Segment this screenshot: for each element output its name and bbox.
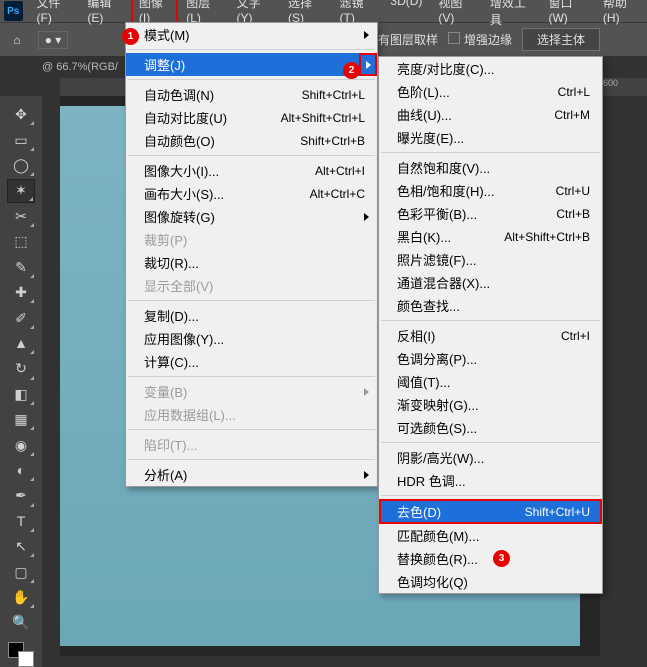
app-logo: Ps (4, 1, 23, 21)
annotation-badge-3: 3 (493, 550, 510, 567)
menu-item[interactable]: 调整(J) (126, 53, 377, 76)
menu-item[interactable]: 色彩平衡(B)...Ctrl+B (379, 202, 602, 225)
menu-item[interactable]: 通道混合器(X)... (379, 271, 602, 294)
tool-stamp[interactable]: ▲ (7, 332, 35, 355)
menu-item[interactable]: 分析(A) (126, 463, 377, 486)
menu-item: 应用数据组(L)... (126, 403, 377, 426)
menu-3d[interactable]: 3D(D) (382, 0, 430, 30)
tool-zoom[interactable]: 🔍 (7, 611, 35, 634)
menu-item[interactable]: 图像大小(I)...Alt+Ctrl+I (126, 159, 377, 182)
menu-文件[interactable]: 文件(F) (29, 0, 80, 30)
menu-窗口[interactable]: 窗口(W) (540, 0, 594, 30)
tool-hand[interactable]: ✋ (7, 586, 35, 609)
tool-frame[interactable]: ⬚ (7, 230, 35, 253)
select-subject-button[interactable]: 选择主体 (522, 28, 600, 51)
menu-item[interactable]: 色调分离(P)... (379, 347, 602, 370)
tool-blur[interactable]: ◉ (7, 433, 35, 456)
menu-item[interactable]: 计算(C)... (126, 350, 377, 373)
menu-item: 变量(B) (126, 380, 377, 403)
tools-panel: ✥ ▭ ◯ ✶ ✂ ⬚ ✎ ✚ ✐ ▲ ↻ ◧ ▦ ◉ ◐ ✒ T ↖ ▢ ✋ … (0, 96, 42, 667)
menu-item[interactable]: 自动色调(N)Shift+Ctrl+L (126, 83, 377, 106)
menu-item[interactable]: 照片滤镜(F)... (379, 248, 602, 271)
menu-item[interactable]: 裁切(R)... (126, 251, 377, 274)
menu-增效工具[interactable]: 增效工具 (482, 0, 541, 30)
menu-item[interactable]: 应用图像(Y)... (126, 327, 377, 350)
enhance-edge-checkbox[interactable] (448, 32, 460, 44)
tool-eyedropper[interactable]: ✎ (7, 255, 35, 278)
tool-text[interactable]: T (7, 510, 35, 533)
color-swatches[interactable] (8, 642, 34, 667)
menu-item[interactable]: 替换颜色(R)... (379, 547, 602, 570)
annotation-badge-2: 2 (343, 62, 360, 79)
tool-move[interactable]: ✥ (7, 103, 35, 126)
menu-item[interactable]: 模式(M) (126, 23, 377, 46)
menu-视图[interactable]: 视图(V) (430, 0, 481, 30)
menu-item[interactable]: 色阶(L)...Ctrl+L (379, 80, 602, 103)
tool-history-brush[interactable]: ↻ (7, 357, 35, 380)
menu-item[interactable]: 图像旋转(G) (126, 205, 377, 228)
tool-eraser[interactable]: ◧ (7, 383, 35, 406)
brush-preset[interactable]: ● ▾ (38, 31, 68, 49)
tool-marquee[interactable]: ▭ (7, 128, 35, 151)
tool-path[interactable]: ↖ (7, 535, 35, 558)
menu-item: 裁剪(P) (126, 228, 377, 251)
tool-heal[interactable]: ✚ (7, 281, 35, 304)
menu-item[interactable]: 色调均化(Q) (379, 570, 602, 593)
tool-shape[interactable]: ▢ (7, 560, 35, 583)
menu-item[interactable]: 可选颜色(S)... (379, 416, 602, 439)
menu-item[interactable]: 反相(I)Ctrl+I (379, 324, 602, 347)
menu-item[interactable]: 曲线(U)...Ctrl+M (379, 103, 602, 126)
tool-quick-select[interactable]: ✶ (7, 179, 35, 202)
menu-item[interactable]: 去色(D)Shift+Ctrl+U (379, 499, 602, 524)
tool-dodge[interactable]: ◐ (7, 459, 35, 482)
image-menu-dropdown: 模式(M) 调整(J) 自动色调(N)Shift+Ctrl+L自动对比度(U)Alt… (125, 22, 378, 487)
menu-item[interactable]: 复制(D)... (126, 304, 377, 327)
annotation-badge-1: 1 (122, 28, 139, 45)
menu-item[interactable]: 阴影/高光(W)... (379, 446, 602, 469)
menu-item[interactable]: 色相/饱和度(H)...Ctrl+U (379, 179, 602, 202)
menu-item[interactable]: 颜色查找... (379, 294, 602, 317)
tool-pen[interactable]: ✒ (7, 484, 35, 507)
home-icon[interactable]: ⌂ (6, 29, 28, 51)
enhance-edge-label: 增强边缘 (464, 33, 512, 47)
menu-item[interactable]: 曝光度(E)... (379, 126, 602, 149)
menu-item[interactable]: 自动对比度(U)Alt+Shift+Ctrl+L (126, 106, 377, 129)
menu-item[interactable]: 自动颜色(O)Shift+Ctrl+B (126, 129, 377, 152)
tool-lasso[interactable]: ◯ (7, 154, 35, 177)
menu-item: 显示全部(V) (126, 274, 377, 297)
menu-item[interactable]: 阈值(T)... (379, 370, 602, 393)
menu-帮助[interactable]: 帮助(H) (595, 0, 647, 30)
menu-item[interactable]: 自然饱和度(V)... (379, 156, 602, 179)
menu-item[interactable]: 渐变映射(G)... (379, 393, 602, 416)
menu-item[interactable]: 画布大小(S)...Alt+Ctrl+C (126, 182, 377, 205)
menu-item: 陷印(T)... (126, 433, 377, 456)
menu-item[interactable]: HDR 色调... (379, 469, 602, 492)
menu-item[interactable]: 黑白(K)...Alt+Shift+Ctrl+B (379, 225, 602, 248)
menu-编辑[interactable]: 编辑(E) (79, 0, 130, 30)
tool-crop[interactable]: ✂ (7, 205, 35, 228)
tool-gradient[interactable]: ▦ (7, 408, 35, 431)
adjust-submenu: 亮度/对比度(C)...色阶(L)...Ctrl+L曲线(U)...Ctrl+M… (378, 56, 603, 594)
menu-item[interactable]: 匹配颜色(M)... (379, 524, 602, 547)
menu-item[interactable]: 亮度/对比度(C)... (379, 57, 602, 80)
menubar: Ps 文件(F)编辑(E)图像(I)图层(L)文字(Y)选择(S)滤镜(T)3D… (0, 0, 647, 22)
tool-brush[interactable]: ✐ (7, 306, 35, 329)
